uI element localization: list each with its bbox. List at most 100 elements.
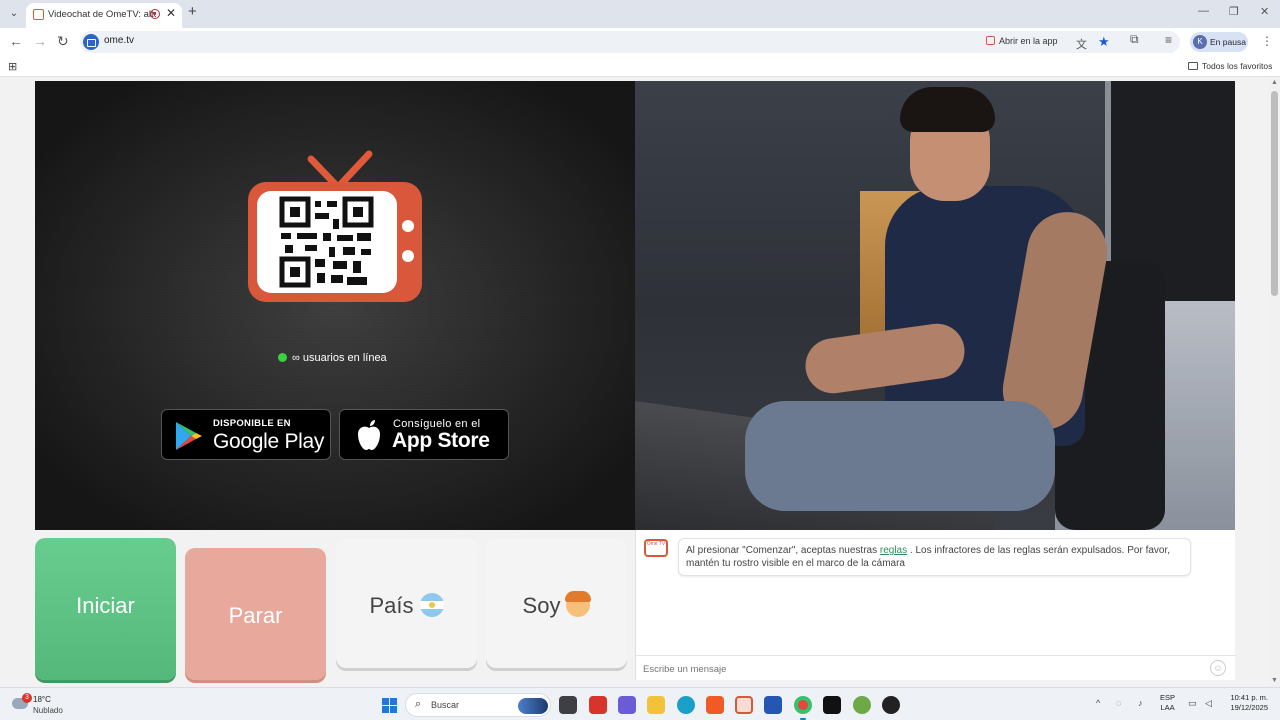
video-person-legs [745, 401, 1055, 511]
chat-panel: Ome TV Al presionar "Comenzar", aceptas … [635, 530, 1236, 680]
url-text[interactable]: ome.tv [104, 35, 134, 46]
online-dot-icon [278, 353, 287, 362]
google-play-big-text: Google Play [213, 430, 325, 453]
volume-icon[interactable]: ◁ [1205, 698, 1212, 709]
stop-label: Parar [228, 603, 283, 628]
scroll-down-icon[interactable]: ▼ [1271, 677, 1278, 684]
browser-tab[interactable]: Videochat de OmeTV: alternativa ✕ [26, 3, 182, 28]
all-bookmarks-button[interactable]: Todos los favoritos [1188, 61, 1272, 71]
app-store-button[interactable]: Consíguelo en el App Store [339, 409, 509, 460]
language-code: ESP [1160, 693, 1176, 702]
gender-button[interactable]: Soy [486, 538, 627, 668]
apps-grid-icon[interactable]: ⊞ [8, 60, 17, 73]
weather-widget[interactable]: 3 18°C Nublado [10, 692, 90, 717]
video-person-hair [900, 87, 995, 132]
ometv-app-icon[interactable] [735, 696, 753, 714]
windows-taskbar: 3 18°C Nublado ⌕ Buscar ^ ◌ ♪ ESP LAA ▭ … [0, 687, 1280, 720]
emoji-icon[interactable]: ☺ [1210, 660, 1226, 676]
store-icon[interactable] [764, 696, 782, 714]
menu-kebab-icon[interactable]: ⋮ [1261, 34, 1273, 48]
close-window-button[interactable]: ✕ [1260, 5, 1269, 18]
open-in-app-button[interactable]: Abrir en la app [986, 36, 1058, 46]
country-button[interactable]: País [336, 538, 477, 668]
network-icon[interactable]: ▭ [1188, 698, 1197, 709]
google-play-small-text: DISPONIBLE EN [213, 418, 291, 429]
clock-date: 19/12/2025 [1230, 703, 1268, 712]
page-scrollbar[interactable]: ▲ ▼ [1269, 77, 1280, 687]
ometv-chat-avatar-icon: Ome TV [644, 539, 668, 557]
profile-status: En pausa [1210, 37, 1246, 47]
weather-temperature: 18°C [33, 695, 51, 704]
bookmark-star-icon[interactable]: ★ [1098, 34, 1110, 50]
gender-label: Soy [522, 593, 561, 618]
chat-input-bar: ☺ [636, 655, 1236, 680]
app-dark-icon[interactable] [882, 696, 900, 714]
open-in-app-label: Abrir en la app [999, 36, 1058, 46]
all-bookmarks-label: Todos los favoritos [1202, 61, 1273, 71]
browser-toolbar: ← → ↻ ome.tv Abrir en la app 文 ★ [0, 28, 1280, 56]
country-label-wrap: País [336, 593, 477, 619]
ometv-qr-logo-icon [248, 150, 422, 302]
scroll-up-icon[interactable]: ▲ [1271, 79, 1278, 86]
apple-icon [358, 420, 380, 450]
tray-mic-icon[interactable]: ♪ [1138, 698, 1143, 708]
stop-button[interactable]: Parar [185, 548, 326, 680]
file-explorer-icon[interactable] [647, 696, 665, 714]
new-tab-button[interactable]: + [188, 3, 197, 20]
translate-icon[interactable]: 文 [1076, 36, 1087, 52]
app-red-icon[interactable] [589, 696, 607, 714]
edge-icon[interactable] [677, 696, 695, 714]
language-layout: LAA [1160, 703, 1175, 712]
site-info-icon[interactable] [83, 34, 99, 50]
media-control-icon[interactable]: ≡ [1165, 33, 1172, 47]
ometv-favicon-icon [33, 9, 44, 20]
tab-search-icon[interactable]: ⌄ [6, 6, 22, 22]
app-green-icon[interactable] [853, 696, 871, 714]
message-text-start: Al presionar "Comenzar", aceptas nuestra… [686, 545, 880, 556]
app-store-big-text: App Store [392, 429, 490, 452]
partner-video-panel [635, 81, 1235, 530]
input-language[interactable]: ESP LAA [1160, 693, 1175, 713]
brave-icon[interactable] [706, 696, 724, 714]
profile-button[interactable]: K En pausa [1190, 32, 1248, 52]
message-input[interactable] [643, 661, 1203, 677]
taskbar-search[interactable]: ⌕ Buscar [405, 693, 551, 717]
rules-link[interactable]: reglas [880, 545, 907, 556]
online-users-indicator: ∞ usuarios en línea [278, 352, 387, 364]
avatar: K [1193, 35, 1207, 49]
country-label: País [369, 593, 414, 618]
chrome-icon[interactable] [794, 696, 812, 714]
weather-badge: 3 [22, 693, 32, 703]
google-play-button[interactable]: DISPONIBLE EN Google Play [161, 409, 331, 460]
start-button[interactable]: Iniciar [35, 538, 176, 680]
boy-face-icon [565, 591, 592, 617]
back-arrow-icon[interactable]: ← [9, 33, 23, 49]
restore-button[interactable]: ❐ [1229, 5, 1239, 18]
tray-chevron-icon[interactable]: ^ [1096, 698, 1100, 708]
teams-icon[interactable] [618, 696, 636, 714]
search-icon: ⌕ [415, 698, 422, 710]
tray-app-icon[interactable]: ◌ [1116, 698, 1121, 708]
system-message: Al presionar "Comenzar", aceptas nuestra… [678, 538, 1191, 576]
reload-icon[interactable]: ↻ [57, 33, 69, 50]
taskbar-search-placeholder: Buscar [431, 700, 460, 710]
address-bar[interactable]: ome.tv Abrir en la app 文 ★ [80, 31, 1180, 53]
online-users-text: ∞ usuarios en línea [292, 352, 387, 364]
extensions-icon[interactable]: ⧉ [1130, 32, 1139, 47]
tab-close-button[interactable]: ✕ [166, 6, 176, 20]
gender-label-wrap: Soy [486, 591, 627, 619]
minimize-button[interactable]: — [1198, 5, 1209, 17]
windows-start-icon[interactable] [382, 698, 397, 713]
forward-arrow-icon[interactable]: → [33, 33, 47, 49]
tiktok-icon[interactable] [823, 696, 841, 714]
app-icon [986, 36, 995, 45]
bookmarks-bar: ⊞ Todos los favoritos [0, 56, 1280, 77]
argentina-flag-icon [419, 593, 444, 617]
clock-time: 10:41 p. m. [1230, 693, 1268, 702]
tab-strip: ⌄ Videochat de OmeTV: alternativa ✕ + — … [0, 0, 1280, 28]
task-view-icon[interactable] [559, 696, 577, 714]
system-clock[interactable]: 10:41 p. m. 19/12/2025 [1226, 693, 1268, 713]
page-content: ∞ usuarios en línea DISPONIBLE EN Google… [0, 77, 1280, 687]
scrollbar-thumb[interactable] [1271, 91, 1278, 296]
recording-icon [150, 9, 160, 19]
